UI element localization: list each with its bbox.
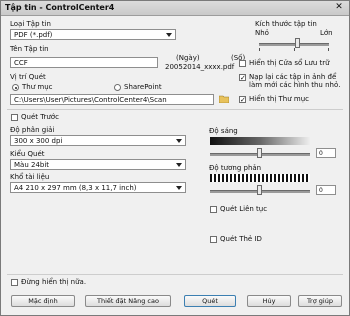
sharepoint-radio[interactable] <box>114 84 121 91</box>
file-name-label: Tên Tập tin <box>10 45 49 53</box>
file-type-select[interactable]: PDF (*.pdf) <box>10 29 176 40</box>
help-button[interactable]: Trợ giúp <box>298 295 342 307</box>
show-folder-checkbox[interactable]: ✓ <box>239 96 246 104</box>
id-card-scan-checkbox[interactable] <box>210 236 217 243</box>
brightness-gradient <box>210 137 310 145</box>
chevron-down-icon <box>176 163 182 167</box>
close-icon[interactable]: ✕ <box>332 2 346 13</box>
slider-tick <box>294 48 295 51</box>
resolution-select[interactable]: 300 x 300 dpi <box>10 135 186 146</box>
scan-destination-label: Vị trí Quét <box>10 73 46 81</box>
brightness-slider-thumb[interactable] <box>257 148 262 158</box>
folder-radio-label: Thư mục <box>22 83 53 91</box>
scan-file-dialog: Tập tin - ControlCenter4 ✕ Loại Tập tin … <box>0 0 350 316</box>
section-divider <box>7 274 343 275</box>
document-size-select[interactable]: A4 210 x 297 mm (8,3 x 11,7 inch) <box>10 182 186 193</box>
window-title: Tập tin - ControlCenter4 <box>5 3 115 12</box>
document-size-label: Khổ tài liệu <box>10 173 50 181</box>
id-card-scan-label: Quét Thẻ ID <box>220 235 262 243</box>
contrast-slider-thumb[interactable] <box>257 185 262 195</box>
continuous-scan-label: Quét Liên tục <box>220 205 268 213</box>
prescan-checkbox[interactable] <box>11 114 18 121</box>
brightness-value: 0 <box>319 150 323 157</box>
scan-type-label: Kiểu Quét <box>10 150 45 158</box>
cancel-button[interactable]: Hủy <box>247 295 291 307</box>
chevron-down-icon <box>166 33 172 37</box>
dont-show-again-label: Đừng hiển thị nữa. <box>21 278 87 286</box>
scan-path-value: C:\Users\User\Pictures\ControlCenter4\Sc… <box>14 96 167 104</box>
scan-button[interactable]: Quét <box>184 295 236 307</box>
slider-tick <box>328 48 329 51</box>
chevron-down-icon <box>176 186 182 190</box>
file-size-slider-track <box>259 43 329 46</box>
sharepoint-radio-label: SharePoint <box>124 83 162 91</box>
scan-type-value: Màu 24bit <box>14 161 50 169</box>
document-size-value: A4 210 x 297 mm (8,3 x 11,7 inch) <box>14 184 137 192</box>
file-name-input[interactable]: CCF <box>10 57 158 68</box>
show-save-window-checkbox[interactable] <box>239 60 246 67</box>
folder-browse-icon[interactable] <box>219 95 229 103</box>
scan-path-input[interactable]: C:\Users\User\Pictures\ControlCenter4\Sc… <box>10 94 214 105</box>
contrast-label: Độ tương phản <box>209 164 262 172</box>
prescan-label: Quét Trước <box>21 113 59 121</box>
folder-radio[interactable] <box>12 84 19 91</box>
title-bar: Tập tin - ControlCenter4 ✕ <box>1 1 349 16</box>
load-all-images-label: Nạp lại các tập in ảnh để làm mới các hì… <box>249 73 341 89</box>
continuous-scan-checkbox[interactable] <box>210 206 217 213</box>
file-size-min-label: Nhỏ <box>255 29 269 37</box>
scan-type-select[interactable]: Màu 24bit <box>10 159 186 170</box>
file-size-max-label: Lớn <box>320 29 333 37</box>
file-type-value: PDF (*.pdf) <box>14 31 53 39</box>
file-name-date-label: (Ngày) <box>176 54 200 62</box>
resolution-value: 300 x 300 dpi <box>14 137 63 145</box>
chevron-down-icon <box>176 139 182 143</box>
resolution-label: Độ phân giải <box>10 126 55 134</box>
show-folder-label: Hiển thị Thư mục <box>249 95 310 103</box>
slider-tick <box>259 48 260 51</box>
file-name-example: 20052014_xxxx.pdf <box>165 63 235 71</box>
load-all-images-checkbox[interactable]: ✓ <box>239 74 246 82</box>
contrast-pattern <box>210 174 310 182</box>
file-name-value: CCF <box>14 59 28 67</box>
file-size-label: Kích thước tập tin <box>255 20 317 28</box>
brightness-value-field[interactable]: 0 <box>316 148 336 158</box>
file-size-slider-thumb[interactable] <box>295 38 300 48</box>
default-button[interactable]: Mặc định <box>11 295 75 307</box>
contrast-value: 0 <box>319 187 323 194</box>
show-save-window-label: Hiển thị Cửa sổ Lưu trữ <box>249 59 330 67</box>
contrast-value-field[interactable]: 0 <box>316 185 336 195</box>
brightness-label: Độ sáng <box>209 127 238 135</box>
file-type-label: Loại Tập tin <box>10 20 51 28</box>
section-divider <box>7 109 343 110</box>
advanced-settings-button[interactable]: Thiết đặt Nâng cao <box>85 295 171 307</box>
dont-show-again-checkbox[interactable] <box>11 279 18 286</box>
